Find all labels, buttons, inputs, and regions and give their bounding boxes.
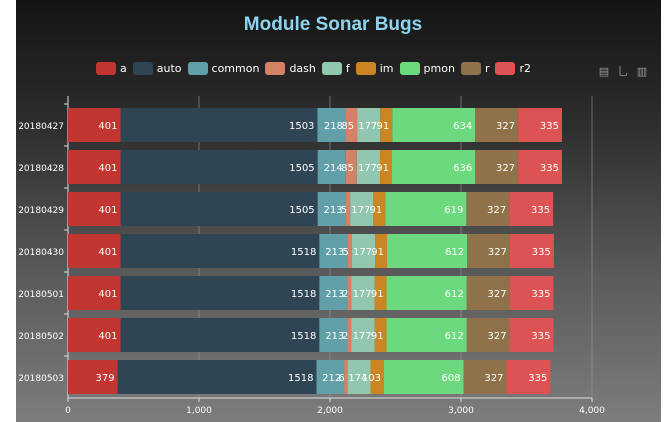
data-label: 335	[540, 121, 559, 132]
bar-auto-20180430	[120, 234, 320, 268]
data-label: 401	[98, 289, 117, 300]
data-label: 401	[98, 205, 117, 216]
data-label: 335	[540, 163, 559, 174]
data-label: 2	[342, 289, 348, 300]
data-label: 213	[325, 247, 344, 258]
data-label: 619	[444, 205, 463, 216]
data-label: 5	[343, 247, 349, 258]
x-tick-label: 0	[65, 406, 71, 416]
data-label: 91	[371, 331, 384, 342]
data-label: 335	[531, 289, 550, 300]
data-label: 103	[362, 373, 381, 384]
data-label: 91	[376, 121, 389, 132]
chart-stage: Module Sonar Bugs a auto common dash f im pmon…	[0, 0, 666, 422]
data-label: 85	[341, 163, 354, 174]
y-tick-label: 20180428	[18, 164, 64, 174]
y-tick-label: 20180430	[18, 248, 64, 258]
chart-plot: 401 1503 21885 177 91 634 327 33520180427401 150…	[18, 96, 605, 416]
data-label: 634	[453, 121, 472, 132]
data-label: 177	[353, 289, 372, 300]
data-label: 612	[445, 289, 464, 300]
data-label: 335	[531, 205, 550, 216]
data-label: 177	[353, 247, 372, 258]
data-label: 1505	[289, 163, 314, 174]
data-label: 91	[370, 205, 383, 216]
data-label: 335	[532, 247, 551, 258]
data-label: 177	[351, 205, 370, 216]
data-label: 213	[323, 205, 342, 216]
bar-auto-20180501	[120, 276, 320, 310]
y-tick-label: 20180501	[18, 290, 64, 300]
data-label: 327	[496, 163, 515, 174]
data-label: 335	[531, 331, 550, 342]
data-label: 612	[445, 331, 464, 342]
data-label: 612	[445, 247, 464, 258]
data-label: 327	[484, 373, 503, 384]
data-label: 1518	[291, 331, 316, 342]
data-label: 1518	[291, 289, 316, 300]
data-label: 1518	[291, 247, 316, 258]
data-label: 85	[341, 121, 354, 132]
bar-auto-20180502	[120, 318, 320, 352]
data-label: 2	[342, 331, 348, 342]
x-tick-label: 2,000	[317, 406, 343, 416]
bar-dash-20180503	[344, 360, 348, 394]
data-label: 91	[376, 163, 389, 174]
data-label: 327	[488, 247, 507, 258]
data-label: 327	[487, 205, 506, 216]
data-label: 335	[528, 373, 547, 384]
data-label: 91	[371, 247, 384, 258]
bar-auto-20180503	[117, 360, 317, 394]
y-tick-label: 20180502	[18, 332, 64, 342]
data-label: 177	[358, 121, 377, 132]
data-label: 1503	[289, 121, 314, 132]
data-label: 177	[353, 331, 372, 342]
data-label: 218	[324, 121, 343, 132]
data-label: 1518	[288, 373, 313, 384]
data-label: 401	[98, 121, 117, 132]
bar-auto-20180427	[120, 108, 318, 142]
data-label: 401	[98, 247, 117, 258]
y-tick-label: 20180429	[18, 206, 64, 216]
bar-auto-20180428	[120, 150, 318, 184]
y-tick-label: 20180503	[18, 374, 64, 384]
data-label: 5	[341, 205, 347, 216]
x-tick-label: 1,000	[186, 406, 212, 416]
data-label: 636	[453, 163, 472, 174]
bar-auto-20180429	[120, 192, 318, 226]
data-label: 327	[496, 121, 515, 132]
y-tick-label: 20180427	[18, 122, 64, 132]
data-label: 177	[358, 163, 377, 174]
data-label: 327	[488, 331, 507, 342]
data-label: 401	[98, 331, 117, 342]
data-label: 401	[98, 163, 117, 174]
data-label: 1505	[289, 205, 314, 216]
data-label: 327	[488, 289, 507, 300]
data-label: 214	[324, 163, 343, 174]
data-label: 379	[96, 373, 115, 384]
data-label: 608	[442, 373, 461, 384]
data-label: 91	[371, 289, 384, 300]
x-tick-label: 4,000	[579, 406, 605, 416]
x-tick-label: 3,000	[448, 406, 474, 416]
data-label: 6	[338, 373, 344, 384]
